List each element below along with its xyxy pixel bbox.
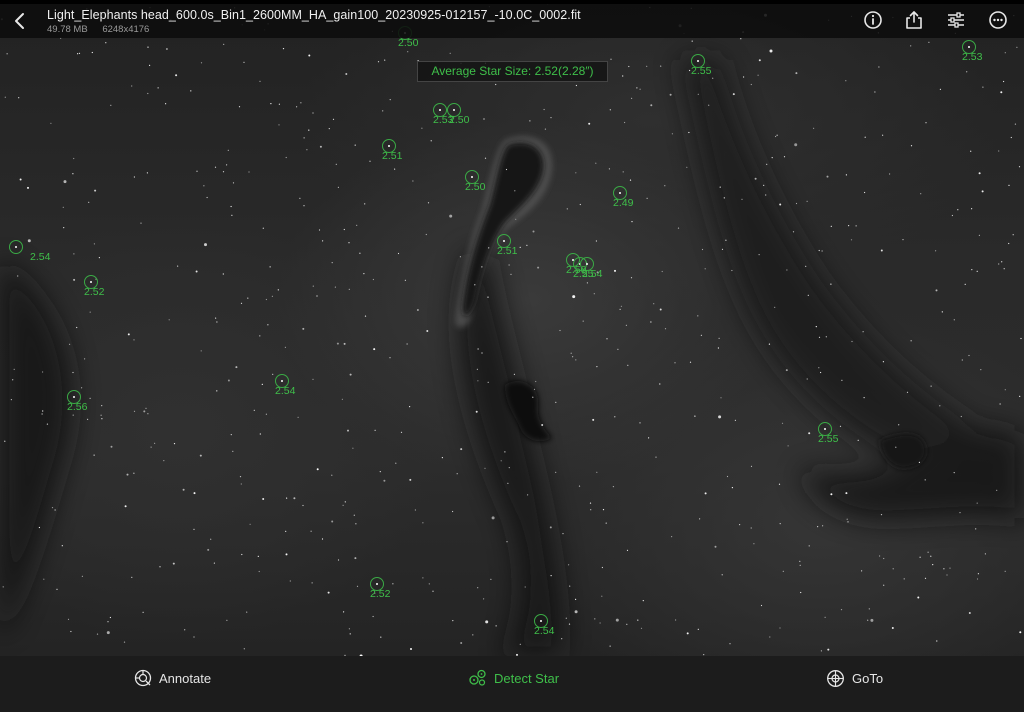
detect-star-button[interactable]: Detect Star (469, 667, 559, 689)
star-size-label: 2.54 (30, 251, 51, 263)
info-button[interactable] (861, 8, 885, 32)
nebula-image (0, 0, 1024, 656)
file-metadata: 49.78 MB 6248x4176 (47, 24, 161, 35)
star-size-label: 2.52 (84, 286, 105, 298)
star-size-label: 2.56 (67, 401, 88, 413)
share-icon (906, 11, 922, 29)
file-name-title: Light_Elephants head_600.0s_Bin1_2600MM_… (47, 8, 581, 22)
star-size-label: 2.53 (962, 51, 983, 63)
annotate-icon (134, 669, 152, 687)
more-icon (989, 11, 1007, 29)
detect-star-icon (469, 669, 486, 686)
star-size-label: 2.52 (370, 588, 391, 600)
star-size-label: 2.50 (398, 37, 419, 49)
star-marker[interactable] (9, 240, 23, 254)
top-bar: Light_Elephants head_600.0s_Bin1_2600MM_… (0, 0, 1024, 38)
adjust-button[interactable] (944, 8, 968, 32)
goto-button[interactable]: GoTo (826, 667, 883, 689)
goto-label: GoTo (852, 670, 884, 686)
fits-image-viewer[interactable]: Average Star Size: 2.52(2.28″) 2.50 2.55 2… (0, 0, 1024, 656)
average-star-size-label: Average Star Size: 2.52(2.28″) (417, 61, 608, 82)
share-button[interactable] (902, 8, 926, 32)
star-size-label: 2.54 (534, 625, 555, 637)
star-size-label: 2.55 (691, 65, 712, 77)
star-size-label: 2.50 (449, 114, 470, 126)
info-icon (864, 11, 882, 29)
file-size: 49.78 MB (47, 24, 88, 35)
chevron-left-icon (15, 13, 24, 29)
star-size-label: 2.54 (275, 385, 296, 397)
star-size-label: 2.49 (613, 197, 634, 209)
annotate-button[interactable]: Annotate (134, 667, 211, 689)
star-size-label: 2.51 (382, 150, 403, 162)
app-window: Average Star Size: 2.52(2.28″) 2.50 2.55 2… (0, 0, 1024, 712)
star-size-label: 2.50 (465, 181, 486, 193)
crosshair-icon (827, 669, 844, 687)
detect-star-label: Detect Star (494, 670, 560, 686)
image-resolution: 6248x4176 (102, 24, 150, 35)
star-size-label: 2.51 (497, 245, 518, 257)
bottom-toolbar: Annotate Detect Star GoTo (0, 656, 1024, 712)
more-button[interactable] (986, 8, 1010, 32)
annotate-label: Annotate (159, 670, 212, 686)
back-button[interactable] (8, 8, 32, 34)
star-size-label: 2.54 (582, 268, 603, 280)
adjust-sliders-icon (948, 12, 964, 28)
star-size-label: 2.55 (818, 433, 839, 445)
